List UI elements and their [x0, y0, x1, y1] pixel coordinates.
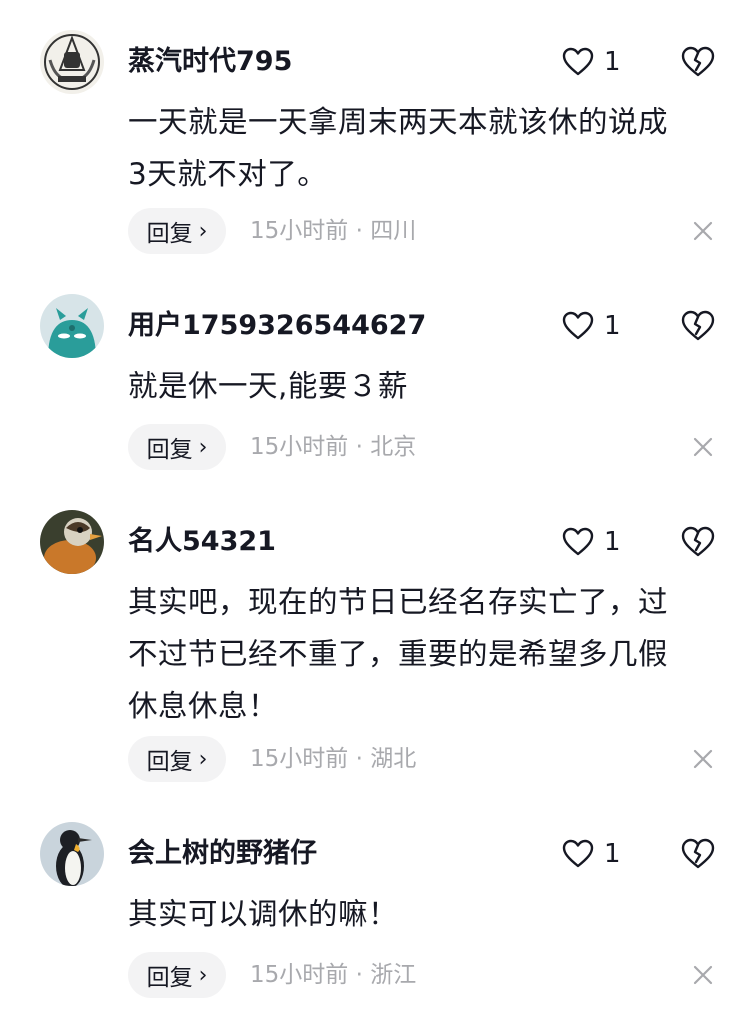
comment-text: 一天就是一天拿周末两天本就该休的说成 3天就不对了。 [128, 96, 728, 200]
comment-location: 四川 [370, 218, 417, 244]
comment-text-line: 休息休息！ [128, 689, 279, 723]
close-button[interactable] [688, 216, 718, 246]
comment-location: 浙江 [370, 962, 417, 988]
like-button[interactable]: 1 [562, 44, 621, 80]
reply-label: 回复 [146, 437, 193, 463]
close-icon [693, 437, 713, 457]
avatar[interactable] [40, 510, 104, 574]
close-icon [693, 221, 713, 241]
avatar[interactable] [40, 294, 104, 358]
comment-text: 就是休一天,能要３薪 [128, 360, 728, 412]
reply-button[interactable]: 回复 › [128, 736, 226, 782]
heart-outline-icon [562, 839, 594, 868]
close-button[interactable] [688, 432, 718, 462]
close-button[interactable] [688, 960, 718, 990]
comment-time: 15小时前 [250, 962, 349, 988]
comment-time-location: 15小时前 · 北京 [250, 434, 417, 460]
like-button[interactable]: 1 [562, 308, 621, 344]
comment-text: 其实吧，现在的节日已经名存实亡了，过 不过节已经不重了，重要的是希望多几假 休息… [128, 576, 728, 732]
teal-blob-icon [40, 294, 104, 358]
username[interactable]: 用户1759326544627 [128, 306, 426, 346]
reply-label: 回复 [146, 749, 193, 775]
heart-outline-icon [562, 47, 594, 76]
comment-text-line: 其实吧，现在的节日已经名存实亡了，过 [128, 585, 669, 619]
comment-meta: 回复 › 15小时前 · 北京 [128, 424, 728, 470]
comment-time: 15小时前 [250, 746, 349, 772]
like-count: 1 [604, 839, 621, 869]
username[interactable]: 会上树的野猪仔 [128, 834, 317, 874]
broken-heart-icon [681, 838, 715, 869]
reply-label: 回复 [146, 221, 193, 247]
chevron-right-icon: › [198, 218, 208, 244]
chevron-right-icon: › [198, 962, 208, 988]
like-count: 1 [604, 311, 621, 341]
avatar[interactable] [40, 822, 104, 886]
comment-meta: 回复 › 15小时前 · 浙江 [128, 952, 728, 998]
dislike-button[interactable] [680, 44, 716, 80]
reply-label: 回复 [146, 965, 193, 991]
comment-text-line: 3天就不对了。 [128, 157, 328, 191]
comment-meta: 回复 › 15小时前 · 湖北 [128, 736, 728, 782]
dislike-button[interactable] [680, 308, 716, 344]
like-count: 1 [604, 47, 621, 77]
comment-text-line: 其实可以调休的嘛！ [128, 897, 399, 931]
chevron-right-icon: › [198, 746, 208, 772]
penguin-icon [40, 822, 104, 886]
comment-time-location: 15小时前 · 浙江 [250, 962, 417, 988]
broken-heart-icon [681, 46, 715, 77]
reply-button[interactable]: 回复 › [128, 952, 226, 998]
comment-time-location: 15小时前 · 四川 [250, 218, 417, 244]
broken-heart-icon [681, 310, 715, 341]
avatar[interactable] [40, 30, 104, 94]
comment-location: 北京 [370, 434, 417, 460]
close-icon [693, 749, 713, 769]
comment-time-location: 15小时前 · 湖北 [250, 746, 417, 772]
close-icon [693, 965, 713, 985]
heart-outline-icon [562, 527, 594, 556]
comment-location: 湖北 [370, 746, 417, 772]
comment-text-line: 不过节已经不重了，重要的是希望多几假 [128, 637, 669, 671]
broken-heart-icon [681, 526, 715, 557]
duck-icon [40, 510, 104, 574]
reply-button[interactable]: 回复 › [128, 208, 226, 254]
comment-text-line: 一天就是一天拿周末两天本就该休的说成 [128, 105, 669, 139]
chevron-right-icon: › [198, 434, 208, 460]
reply-button[interactable]: 回复 › [128, 424, 226, 470]
like-button[interactable]: 1 [562, 836, 621, 872]
like-button[interactable]: 1 [562, 524, 621, 560]
comment-text-line: 就是休一天,能要３薪 [128, 369, 408, 403]
dislike-button[interactable] [680, 524, 716, 560]
username[interactable]: 名人54321 [128, 522, 276, 562]
close-button[interactable] [688, 744, 718, 774]
username[interactable]: 蒸汽时代795 [128, 42, 292, 82]
comment-meta: 回复 › 15小时前 · 四川 [128, 208, 728, 254]
dislike-button[interactable] [680, 836, 716, 872]
heart-outline-icon [562, 311, 594, 340]
comment-text: 其实可以调休的嘛！ [128, 888, 728, 940]
fist-emblem-icon [40, 30, 104, 94]
comment-time: 15小时前 [250, 218, 349, 244]
comment-time: 15小时前 [250, 434, 349, 460]
like-count: 1 [604, 527, 621, 557]
